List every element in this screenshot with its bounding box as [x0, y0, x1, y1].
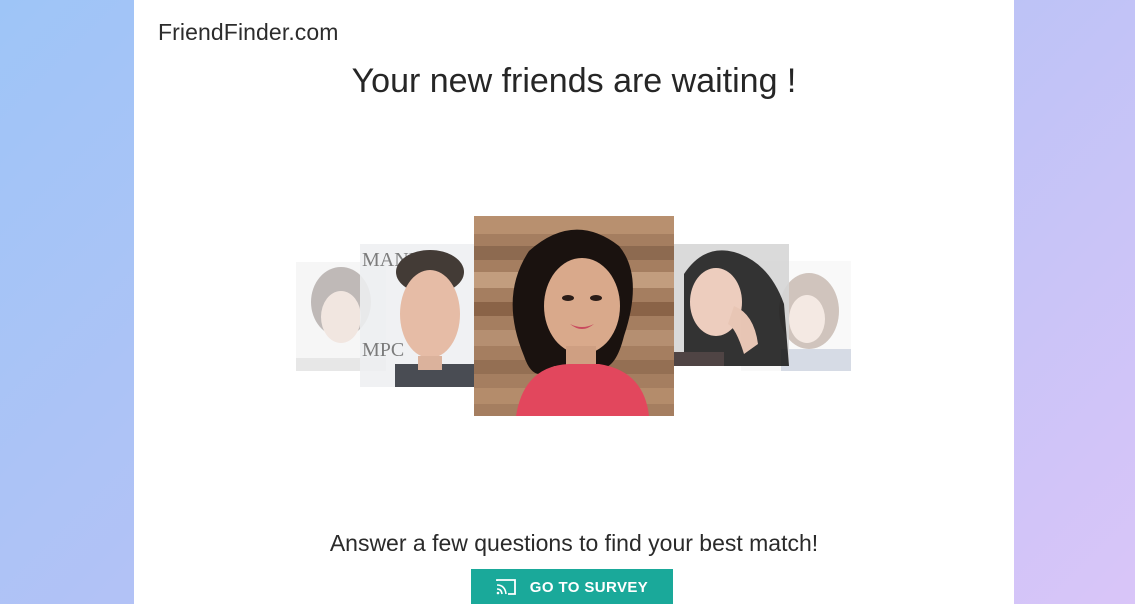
go-to-survey-label: GO TO SURVEY — [529, 578, 649, 596]
go-to-survey-button[interactable]: GO TO SURVEY — [471, 569, 673, 604]
profile-photo-center — [474, 216, 674, 416]
main-card: FriendFinder.com Your new friends are wa… — [134, 0, 1014, 604]
brand-logo-text[interactable]: FriendFinder.com — [158, 19, 339, 46]
page-headline: Your new friends are waiting ! — [351, 62, 797, 100]
svg-text:MPC: MPC — [362, 339, 404, 361]
survey-prompt-text: Answer a few questions to find your best… — [329, 530, 819, 556]
profile-photo-right — [674, 244, 789, 366]
cast-icon — [495, 579, 516, 595]
profile-photo-left: MANI MPC — [360, 244, 475, 387]
